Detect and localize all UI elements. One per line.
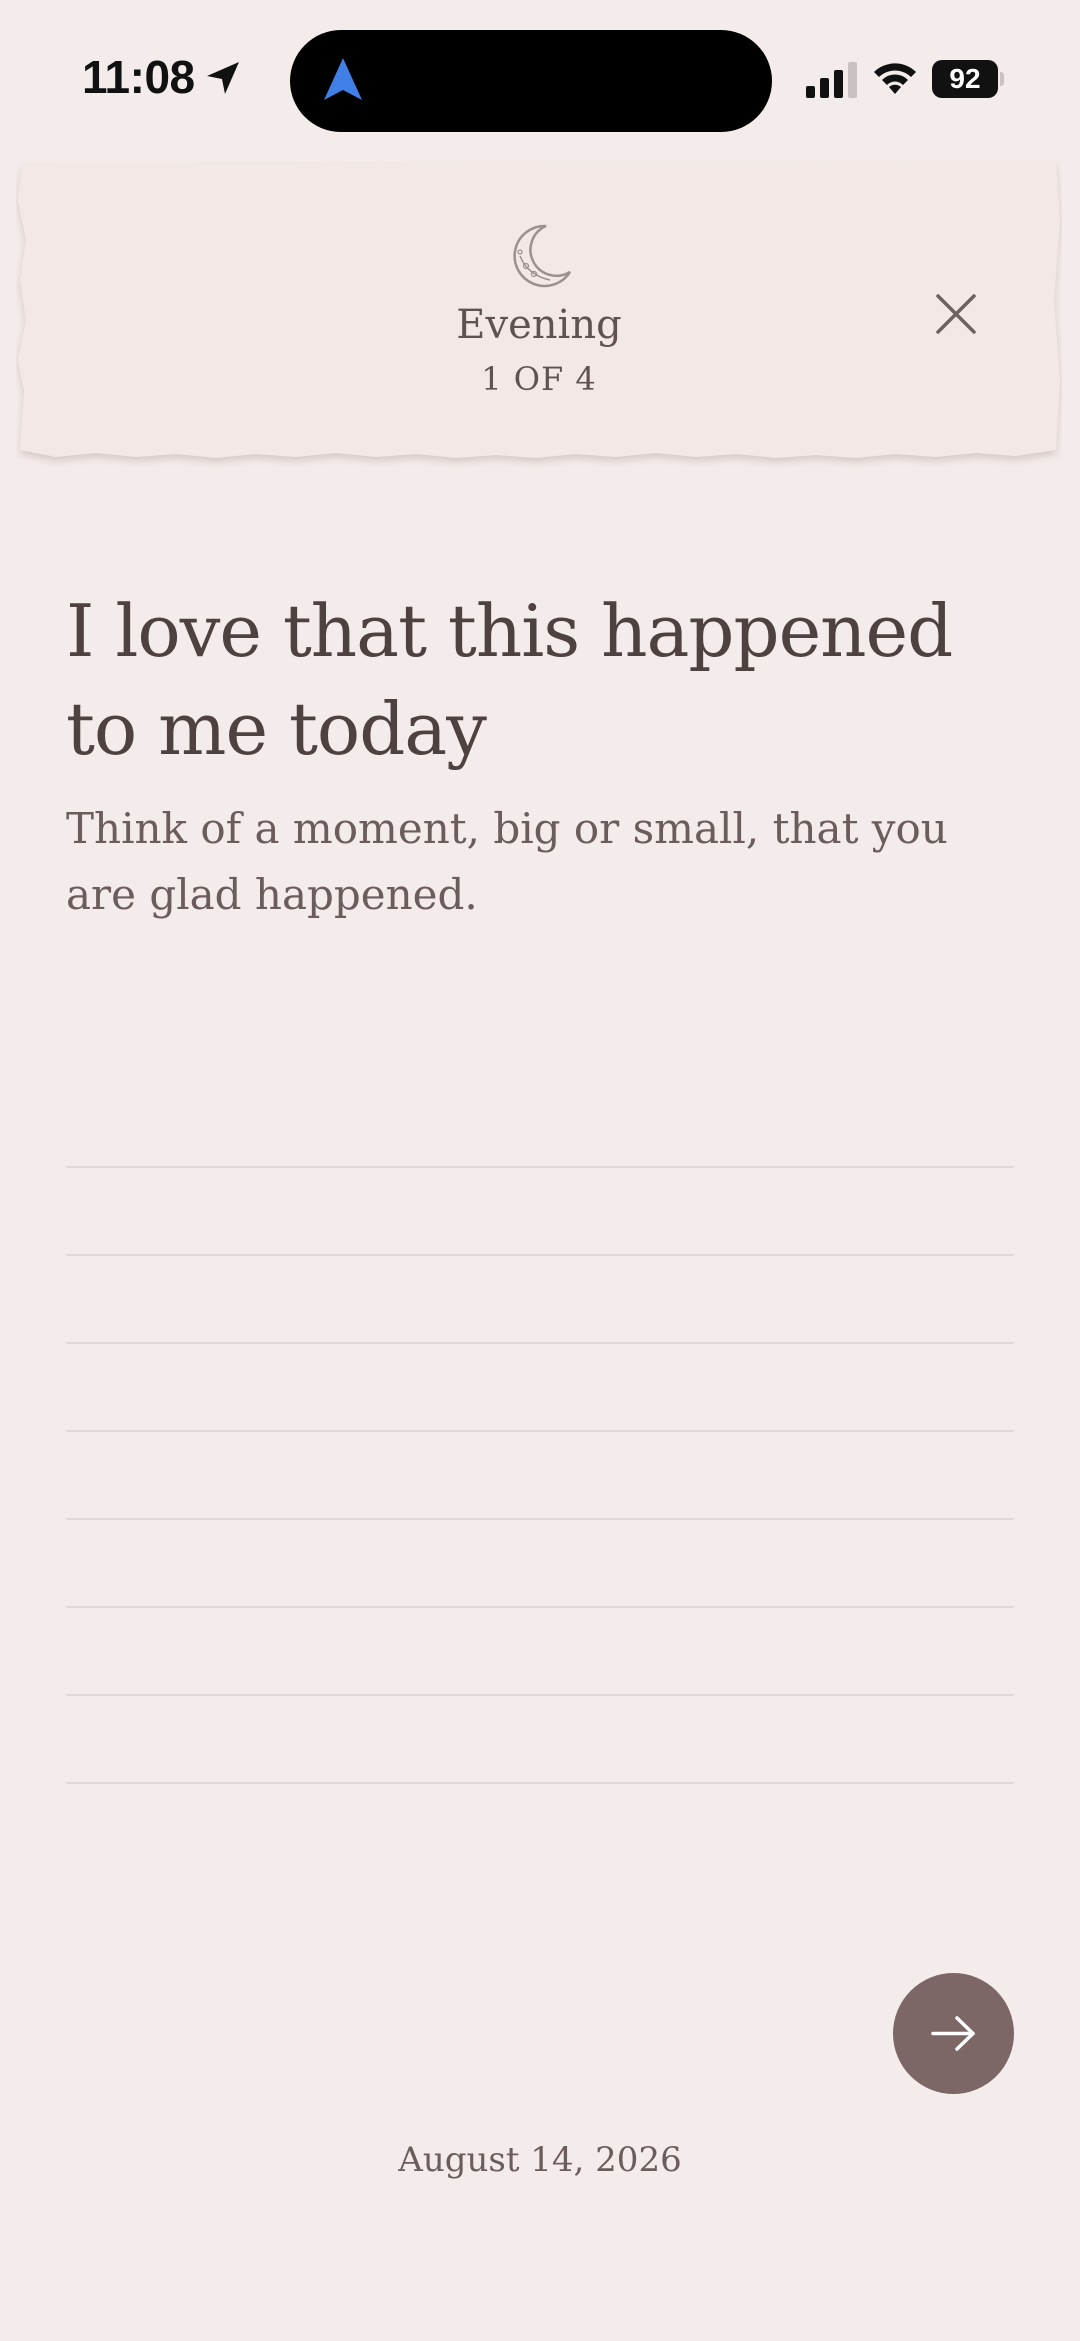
ruled-line (66, 1430, 1014, 1432)
navigation-icon (324, 58, 362, 100)
ruled-line (66, 1254, 1014, 1256)
status-time: 11:08 (82, 51, 195, 103)
journal-entry-input[interactable] (66, 1136, 1014, 1796)
battery-icon: 92 (932, 60, 1004, 98)
session-title: Evening (456, 302, 622, 348)
ruled-line (66, 1782, 1014, 1784)
battery-level: 92 (932, 60, 998, 98)
status-bar: 11:08 92 (0, 0, 1080, 160)
close-button[interactable] (928, 286, 984, 342)
ruled-line (66, 1518, 1014, 1520)
ruled-line (66, 1342, 1014, 1344)
next-button[interactable] (893, 1973, 1014, 2094)
session-progress: 1 OF 4 (481, 360, 597, 398)
wifi-icon (874, 63, 916, 94)
session-header: Evening 1 OF 4 (16, 160, 1062, 468)
crescent-moon-icon (513, 224, 572, 288)
entry-date: August 14, 2026 (398, 2140, 682, 2180)
ruled-line (66, 1166, 1014, 1168)
arrow-right-icon (931, 2016, 975, 2051)
cellular-signal-icon (806, 62, 857, 98)
prompt-title: I love that this happened to me today (66, 589, 953, 771)
location-arrow-icon (207, 62, 239, 94)
prompt-subtitle: Think of a moment, big or small, that yo… (66, 804, 948, 919)
ruled-line (66, 1694, 1014, 1696)
ruled-line (66, 1606, 1014, 1608)
